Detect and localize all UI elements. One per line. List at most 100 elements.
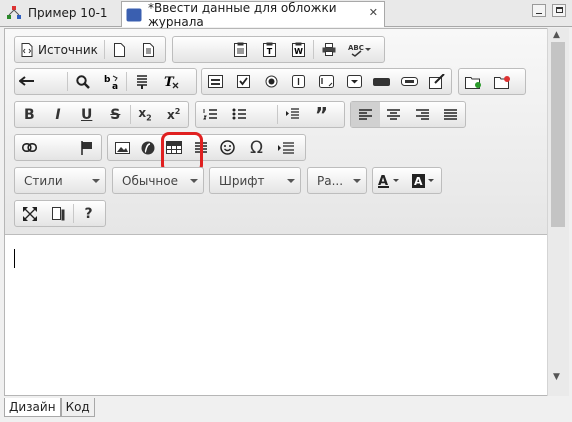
document-group: Источник — [14, 36, 166, 63]
image-button-button[interactable] — [396, 69, 424, 94]
anchor-button[interactable] — [72, 135, 101, 160]
chevron-down-icon — [353, 179, 361, 183]
blockquote-button[interactable]: ” — [307, 102, 336, 127]
indent-button[interactable] — [278, 102, 307, 127]
maximize-button[interactable] — [552, 4, 566, 17]
close-icon[interactable]: ✕ — [369, 6, 378, 19]
format-dropdown[interactable]: Обычное — [112, 167, 204, 194]
textfield-icon — [292, 75, 306, 88]
underline-button[interactable]: U — [72, 102, 101, 127]
align-left-button[interactable] — [351, 102, 380, 127]
tab-code[interactable]: Код — [60, 398, 95, 417]
form-icon — [208, 75, 224, 88]
create-div-button[interactable] — [459, 69, 488, 94]
format-label: Обычное — [122, 173, 178, 188]
bg-color-button[interactable]: A — [407, 168, 441, 193]
justify-button[interactable] — [437, 102, 466, 127]
paste-button[interactable] — [226, 37, 255, 62]
preview-icon — [142, 42, 154, 57]
image-button[interactable] — [108, 135, 137, 160]
svg-text:a: a — [112, 82, 118, 90]
source-button[interactable]: Источник — [15, 37, 104, 62]
button-icon — [373, 77, 391, 86]
strike-icon: S — [110, 106, 121, 123]
paragraph-group: ” — [195, 101, 345, 128]
paste-word-button[interactable]: W — [284, 37, 313, 62]
svg-text:T: T — [267, 47, 273, 56]
tab-example-10-1[interactable]: Пример 10-1 — [2, 2, 119, 24]
paste-text-icon: T — [263, 42, 276, 57]
styles-dropdown[interactable]: Стили — [14, 167, 106, 194]
align-center-button[interactable] — [380, 102, 409, 127]
subscript-button[interactable]: x2 — [131, 102, 160, 127]
svg-text:W: W — [294, 47, 303, 56]
preview-button[interactable] — [134, 37, 163, 62]
paste-text-button[interactable]: T — [255, 37, 284, 62]
remove-div-button[interactable] — [488, 69, 517, 94]
hidden-field-button[interactable] — [423, 69, 451, 94]
flash-button[interactable] — [137, 135, 159, 160]
superscript-button[interactable]: x2 — [159, 102, 188, 127]
print-icon — [322, 43, 336, 56]
italic-button[interactable]: I — [44, 102, 73, 127]
bold-button[interactable]: B — [15, 102, 44, 127]
minimize-button[interactable] — [532, 4, 546, 17]
select-all-icon — [135, 74, 149, 90]
find-button[interactable] — [68, 69, 97, 94]
select-button[interactable] — [340, 69, 368, 94]
templates-group — [458, 68, 526, 95]
show-blocks-button[interactable] — [44, 201, 73, 226]
checkbox-button[interactable] — [230, 69, 258, 94]
size-dropdown[interactable]: Ра... — [307, 167, 367, 194]
page-break-button[interactable] — [271, 135, 300, 160]
numbered-list-button[interactable] — [196, 102, 225, 127]
remove-format-button[interactable]: T — [156, 69, 185, 94]
scroll-thumb[interactable] — [551, 42, 565, 227]
strike-button[interactable]: S — [101, 102, 130, 127]
textfield-button[interactable] — [285, 69, 313, 94]
svg-text:A: A — [378, 174, 388, 188]
maximize-icon — [22, 206, 37, 221]
chevron-down-icon — [190, 179, 198, 183]
indent-icon — [285, 108, 300, 121]
smiley-button[interactable] — [213, 135, 242, 160]
spellcheck-button[interactable]: ABC — [343, 37, 377, 62]
radio-button[interactable] — [257, 69, 285, 94]
textarea-button[interactable] — [313, 69, 341, 94]
underline-icon: U — [80, 106, 93, 123]
maximize-editor-button[interactable] — [15, 201, 44, 226]
image-icon — [115, 141, 130, 154]
align-right-button[interactable] — [408, 102, 437, 127]
new-page-button[interactable] — [105, 37, 134, 62]
font-dropdown[interactable]: Шрифт — [209, 167, 301, 194]
bulleted-list-button[interactable] — [225, 102, 254, 127]
tab-design[interactable]: Дизайн — [4, 398, 61, 417]
help-button[interactable]: ? — [74, 201, 103, 226]
text-color-button[interactable]: A — [373, 168, 407, 193]
link-button[interactable] — [15, 135, 44, 160]
folder-add-icon — [465, 75, 482, 89]
undo-button[interactable] — [15, 69, 67, 94]
print-button[interactable] — [314, 37, 343, 62]
size-label: Ра... — [317, 173, 344, 188]
special-char-button[interactable]: Ω — [242, 135, 271, 160]
align-center-icon — [387, 109, 401, 120]
search-icon — [75, 74, 90, 89]
replace-button[interactable]: ba — [97, 69, 126, 94]
omega-icon: Ω — [250, 137, 263, 158]
tab-cover-data[interactable]: *Ввести данные для обложки журнала ✕ — [121, 0, 385, 29]
html-editor: Источник T W ABC ba T B I U S x2 x2 ” Ω … — [4, 28, 549, 396]
select-all-button[interactable] — [127, 69, 156, 94]
scroll-down-icon[interactable]: ▼ — [553, 372, 560, 382]
button-button[interactable] — [368, 69, 396, 94]
image-button-icon — [401, 77, 419, 86]
scroll-up-icon[interactable]: ▲ — [553, 30, 560, 40]
form-button[interactable] — [202, 69, 230, 94]
radio-icon — [265, 75, 278, 88]
vertical-scrollbar[interactable]: ▲ ▼ — [547, 28, 569, 396]
font-label: Шрифт — [219, 173, 265, 188]
html-form-icon — [126, 7, 142, 23]
tab-label: *Ввести данные для обложки журнала — [148, 0, 337, 29]
editor-content-area[interactable] — [5, 235, 548, 395]
select-icon — [346, 75, 362, 88]
